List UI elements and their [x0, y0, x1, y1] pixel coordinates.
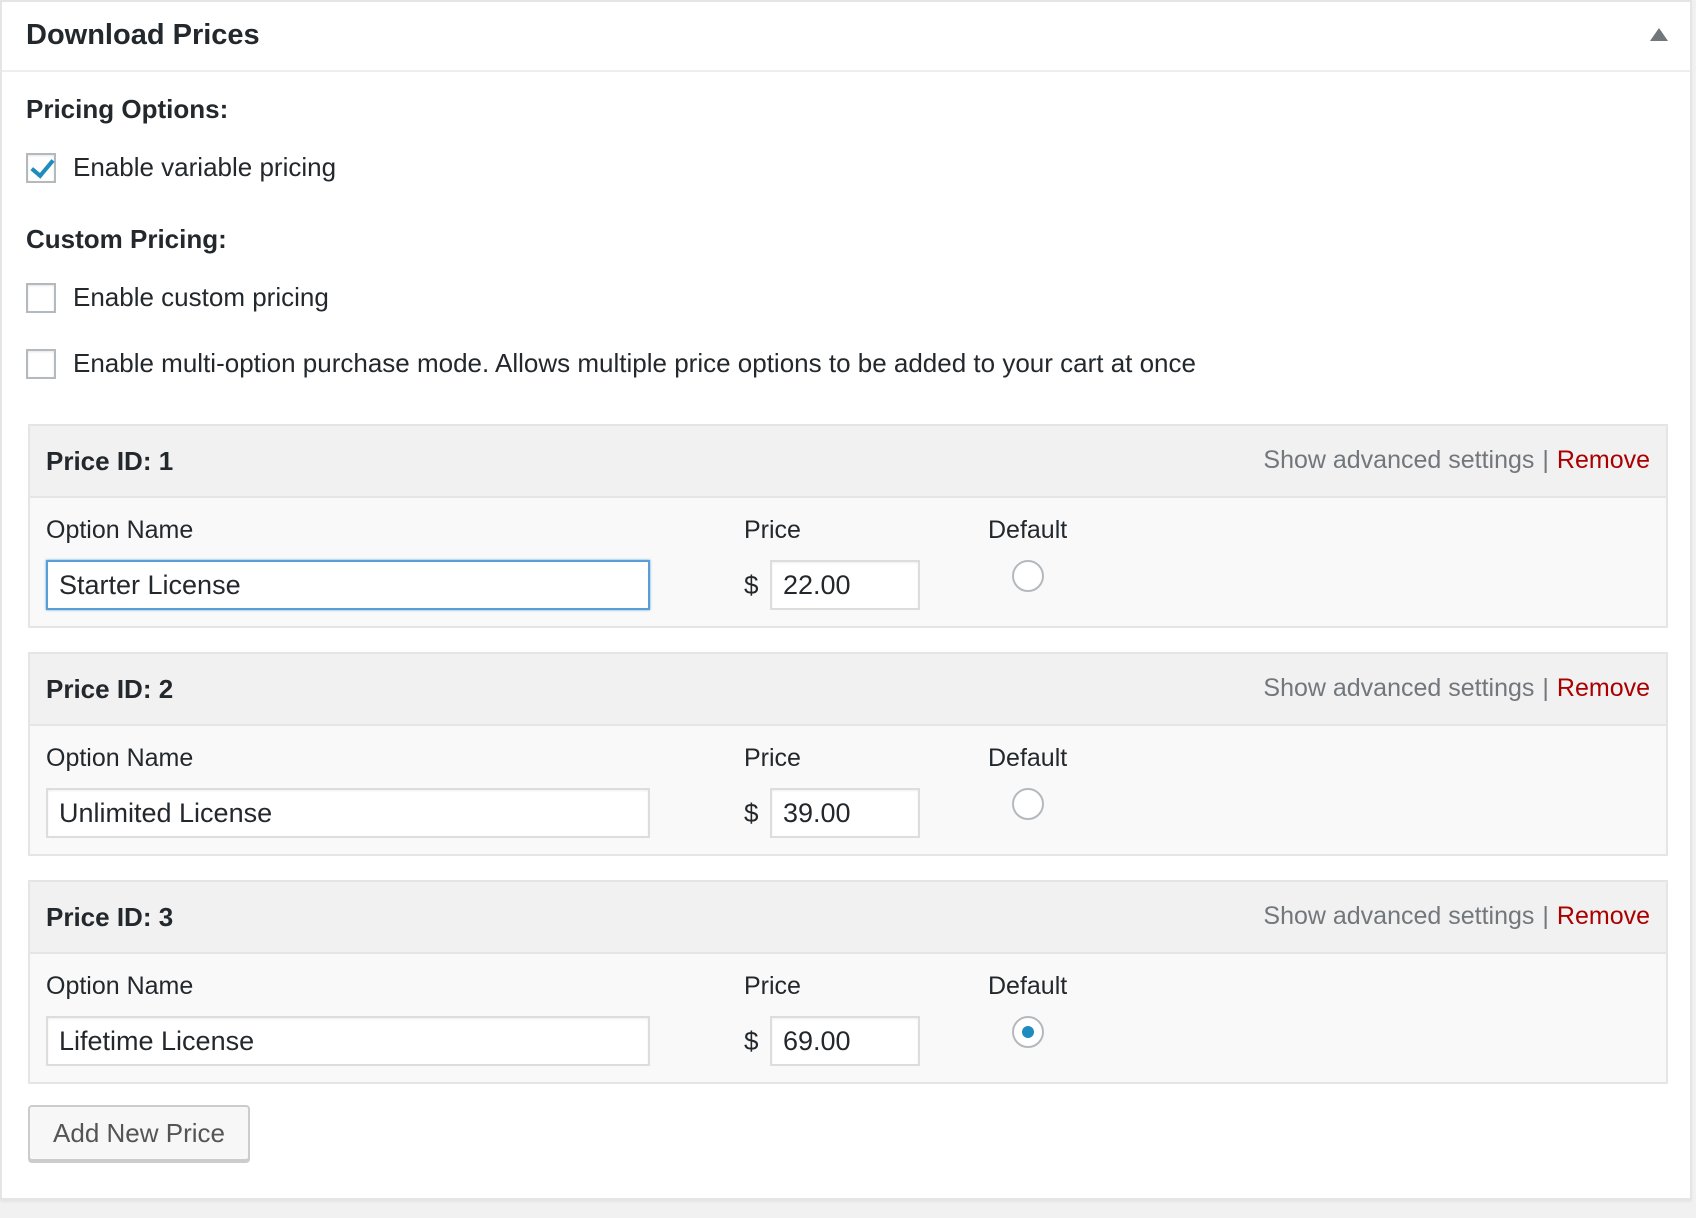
separator: | — [1542, 902, 1549, 930]
currency-symbol: $ — [744, 570, 759, 600]
default-label: Default — [988, 744, 1068, 772]
default-radio[interactable] — [1012, 788, 1044, 820]
option-name-input[interactable]: Starter License — [46, 560, 650, 610]
multi-option-checkbox[interactable] — [26, 348, 56, 379]
currency-symbol: $ — [744, 1026, 759, 1056]
price-input[interactable]: 39.00 — [770, 788, 920, 838]
custom-pricing-checkbox[interactable] — [26, 282, 56, 313]
price-row: Price ID: 1 Show advanced settings | Rem… — [28, 424, 1668, 628]
variable-pricing-row[interactable]: Enable variable pricing — [26, 152, 336, 183]
custom-pricing-text: Enable custom pricing — [73, 282, 329, 312]
price-row-header: Price ID: 3 Show advanced settings | Rem… — [30, 882, 1666, 954]
multi-option-label: Enable multi-option purchase mode. Allow… — [73, 348, 1196, 378]
price-label: Price — [744, 516, 801, 544]
option-name-label: Option Name — [46, 972, 194, 1000]
currency-symbol: $ — [744, 798, 759, 828]
row-actions: Show advanced settings | Remove — [1263, 446, 1650, 475]
pricing-options-label: Pricing Options: — [26, 94, 229, 124]
show-advanced-settings-link[interactable]: Show advanced settings — [1263, 674, 1534, 703]
price-row: Price ID: 2 Show advanced settings | Rem… — [28, 652, 1668, 856]
collapse-toggle-icon[interactable] — [1650, 28, 1668, 41]
custom-pricing-label: Custom Pricing: — [26, 224, 227, 254]
default-label: Default — [988, 972, 1068, 1000]
metabox-body: Pricing Options: Enable variable pricing… — [2, 72, 1690, 1198]
separator: | — [1542, 674, 1549, 702]
option-name-input[interactable]: Unlimited License — [46, 788, 650, 838]
variable-pricing-checkbox[interactable] — [26, 152, 56, 183]
price-id-label: Price ID: 3 — [46, 902, 174, 932]
show-advanced-settings-link[interactable]: Show advanced settings — [1263, 446, 1534, 475]
price-id-label: Price ID: 2 — [46, 674, 174, 704]
price-row: Price ID: 3 Show advanced settings | Rem… — [28, 880, 1668, 1084]
download-prices-metabox: Download Prices Pricing Options: Enable … — [0, 0, 1692, 1200]
option-name-label: Option Name — [46, 744, 194, 772]
price-id-label: Price ID: 1 — [46, 446, 174, 476]
metabox-header[interactable]: Download Prices — [2, 2, 1690, 72]
default-radio[interactable] — [1012, 1016, 1044, 1048]
multi-option-row[interactable]: Enable multi-option purchase mode. Allow… — [26, 348, 1196, 379]
option-name-input[interactable]: Lifetime License — [46, 1016, 650, 1066]
default-label: Default — [988, 516, 1068, 544]
row-actions: Show advanced settings | Remove — [1263, 902, 1650, 931]
remove-link[interactable]: Remove — [1557, 446, 1650, 475]
price-label: Price — [744, 972, 801, 1000]
option-name-label: Option Name — [46, 516, 194, 544]
show-advanced-settings-link[interactable]: Show advanced settings — [1263, 902, 1534, 931]
remove-link[interactable]: Remove — [1557, 902, 1650, 931]
default-radio[interactable] — [1012, 560, 1044, 592]
remove-link[interactable]: Remove — [1557, 674, 1650, 703]
price-row-header: Price ID: 2 Show advanced settings | Rem… — [30, 654, 1666, 726]
row-actions: Show advanced settings | Remove — [1263, 674, 1650, 703]
price-input[interactable]: 22.00 — [770, 560, 920, 610]
price-input[interactable]: 69.00 — [770, 1016, 920, 1066]
custom-pricing-row[interactable]: Enable custom pricing — [26, 282, 329, 313]
metabox-title: Download Prices — [26, 19, 260, 51]
separator: | — [1542, 446, 1549, 474]
price-row-header: Price ID: 1 Show advanced settings | Rem… — [30, 426, 1666, 498]
price-label: Price — [744, 744, 801, 772]
add-new-price-button[interactable]: Add New Price — [28, 1105, 250, 1161]
variable-pricing-label: Enable variable pricing — [73, 152, 337, 182]
